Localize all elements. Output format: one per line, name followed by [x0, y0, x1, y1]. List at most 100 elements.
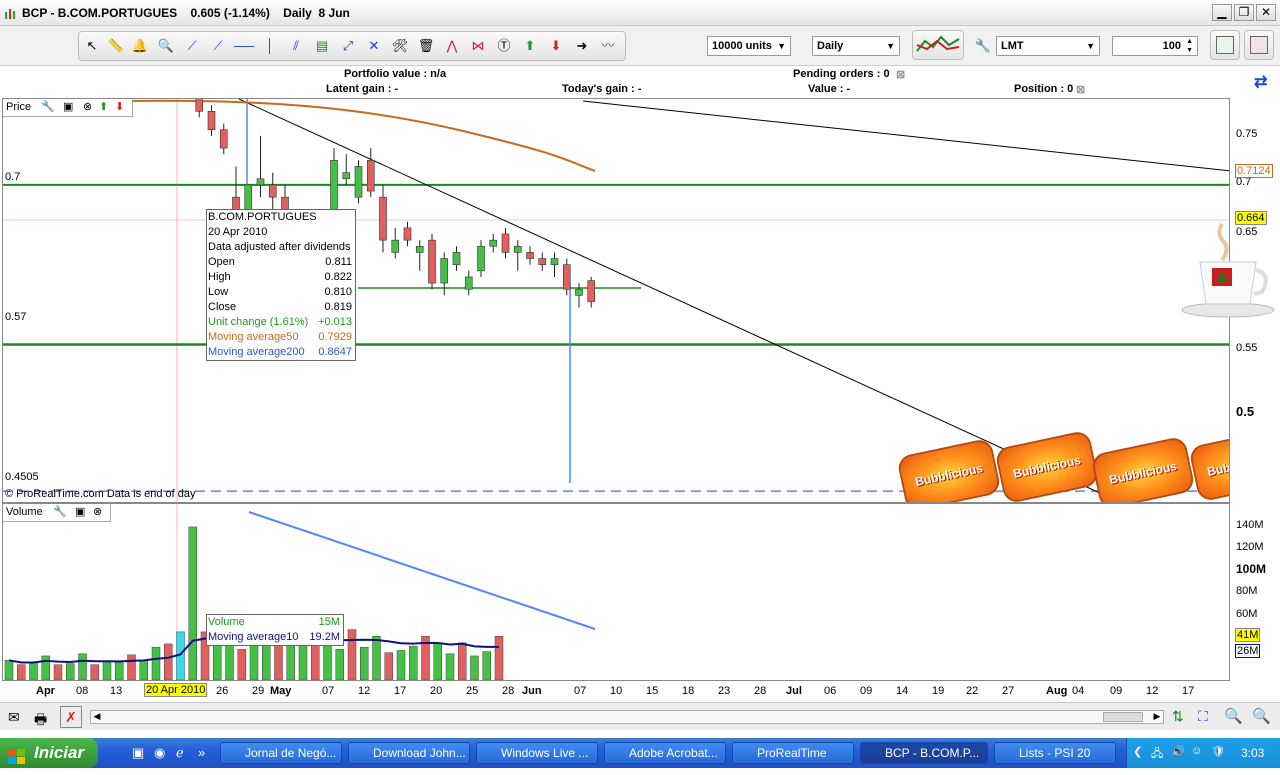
maximize-button[interactable]: ❐ — [1234, 4, 1254, 21]
tooltip-close: Close 0.819 — [208, 301, 352, 313]
date-tick: 12 — [1146, 685, 1159, 697]
delete-icon[interactable]: ✗ — [60, 706, 82, 728]
show-desktop-icon[interactable]: » — [198, 745, 205, 760]
close-button[interactable]: ✕ — [1256, 4, 1276, 21]
zoom-icon[interactable]: 🔍 — [155, 36, 177, 56]
cross-tool-icon[interactable]: ✕ — [363, 36, 385, 56]
cursor-icon[interactable]: ↖ — [81, 36, 103, 56]
chrome-icon[interactable]: ◉ — [154, 745, 165, 761]
wrench-icon[interactable]: 🔧 — [972, 36, 994, 56]
tooltip-date: 20 Apr 2010 — [208, 226, 268, 238]
task-prorealtime[interactable]: ProRealTime — [732, 742, 854, 764]
horizontal-scrollbar[interactable]: ◀ ▶ — [90, 710, 1164, 724]
sell-order-button[interactable] — [1244, 30, 1274, 60]
close-icon[interactable]: ⊠ — [1076, 83, 1085, 96]
horizontal-line-icon[interactable]: ⸺ — [233, 36, 255, 56]
price-chart-panel[interactable]: Price 🔧 ▣ ⊗ ⬆ ⬇ 0.7 0.57 0.4505 © ProRea… — [2, 98, 1230, 503]
wrench-icon[interactable]: 🔧 — [41, 99, 55, 116]
task-jornal[interactable]: Jornal de Negó... — [220, 742, 342, 764]
task-bcp[interactable]: BCP - B.COM.P... — [860, 742, 988, 764]
zoom-in-icon[interactable]: 🔍 — [1252, 707, 1271, 725]
quantity-stepper[interactable]: 100 ▲ ▼ — [1112, 36, 1198, 56]
price-tooltip: B.COM.PORTUGUES 20 Apr 2010 Data adjuste… — [206, 209, 356, 361]
task-windows-live[interactable]: Windows Live ... — [476, 742, 598, 764]
wrench-icon[interactable]: 🔧 — [53, 504, 67, 521]
ruler-icon[interactable]: 📏 — [105, 36, 127, 56]
swap-arrows-icon[interactable]: ⇄ — [1254, 72, 1267, 92]
vertical-line-icon[interactable]: │ — [259, 36, 281, 56]
tray-expand-icon[interactable]: ❮ — [1133, 745, 1142, 758]
scroll-left-icon[interactable]: ◀ — [91, 711, 103, 723]
tooltip-volume-label: Volume — [208, 616, 245, 628]
volume-bar — [41, 655, 50, 680]
fit-icon[interactable]: ⛶ — [1198, 708, 1208, 725]
date-tick: 07 — [574, 685, 587, 697]
latent-gain: Latent gain : - — [326, 83, 399, 95]
arrow-tool-icon[interactable]: ⤢ — [337, 36, 359, 56]
close-icon[interactable]: ⊗ — [83, 99, 92, 116]
buy-order-button[interactable] — [1210, 30, 1240, 60]
quicklaunch-icon[interactable]: ▣ — [132, 745, 144, 761]
price-candle — [256, 178, 265, 186]
volume-bar — [482, 651, 491, 680]
buy-arrow-icon[interactable]: ⬆ — [519, 36, 541, 56]
close-icon[interactable]: ⊗ — [93, 504, 102, 521]
start-button[interactable]: Iniciar — [0, 738, 98, 768]
right-arrow-icon[interactable]: ➜ — [571, 36, 593, 56]
tools-icon[interactable]: 🛠 — [389, 36, 411, 56]
text-tool-icon[interactable]: Ⓣ — [493, 36, 515, 56]
date-tick: 20 — [430, 685, 443, 697]
zoom-out-icon[interactable]: 🔍 — [1224, 707, 1243, 725]
window-icon[interactable]: ▣ — [63, 99, 73, 116]
indicator-icon[interactable]: ⋀ — [441, 36, 463, 56]
scrollbar-thumb[interactable] — [1103, 712, 1143, 722]
window-title: BCP - B.COM.PORTUGUES 0.605 (-1.14%) Dai… — [22, 6, 350, 20]
indicators-button[interactable] — [912, 30, 964, 60]
windows-logo-icon — [8, 745, 26, 764]
pattern-icon[interactable]: ⋈ — [467, 36, 489, 56]
fibonacci-icon[interactable]: ▤ — [311, 36, 333, 56]
ie-icon[interactable]: ℯ — [176, 745, 184, 761]
ray-tool-icon[interactable]: ⟋ — [207, 36, 229, 56]
scroll-right-icon[interactable]: ▶ — [1151, 711, 1163, 723]
line-tool-icon[interactable]: ⟋ — [181, 36, 203, 56]
move-down-icon[interactable]: ⬇ — [115, 99, 124, 116]
print-icon[interactable]: 🖶 — [34, 709, 47, 733]
volume-icon[interactable]: 🔊 — [1171, 745, 1185, 758]
network-icon[interactable]: 🖧 — [1151, 745, 1163, 764]
close-icon[interactable]: ⊠ — [896, 68, 905, 81]
volume-bar — [102, 661, 112, 680]
auto-scale-icon[interactable]: ⇅ — [1172, 708, 1184, 725]
task-download[interactable]: Download John... — [348, 742, 470, 764]
volume-bar — [298, 642, 308, 680]
channel-tool-icon[interactable]: ⫽ — [285, 36, 307, 56]
copyright-footer: © ProRealTime.com Data is end of day — [5, 488, 196, 500]
messenger-icon[interactable]: ☺ — [1191, 745, 1202, 757]
mail-icon[interactable]: ✉ — [8, 709, 20, 726]
task-acrobat[interactable]: Adobe Acrobat... — [604, 742, 726, 764]
trash-icon[interactable]: 🗑 — [415, 36, 437, 56]
volume-chart-panel[interactable]: Volume 🔧 ▣ ⊗ Volume 15M Moving average10 1… — [2, 503, 1230, 681]
sell-arrow-icon[interactable]: ⬇ — [545, 36, 567, 56]
tooltip-unit-change: Unit change (1.61%) +0.013 — [208, 316, 352, 328]
security-icon[interactable]: 🛡 — [1211, 745, 1225, 758]
task-lists[interactable]: Lists - PSI 20 — [994, 742, 1116, 764]
volume-bar — [213, 641, 222, 680]
order-type-select[interactable]: LMT ▼ — [996, 36, 1100, 56]
volume-bar — [409, 645, 418, 680]
move-up-icon[interactable]: ⬆ — [99, 99, 108, 116]
period-select[interactable]: Daily ▼ — [812, 36, 900, 56]
price-candle — [268, 184, 277, 198]
level-label-070: 0.7 — [5, 171, 21, 183]
stepper-arrows-icon[interactable]: ▲ ▼ — [1186, 37, 1193, 55]
price-candle — [562, 264, 571, 290]
chart-style-icon[interactable]: 〰 — [597, 36, 619, 56]
window-icon[interactable]: ▣ — [75, 504, 85, 521]
volume-tick: 80M — [1236, 585, 1258, 597]
units-select[interactable]: 10000 units ▼ — [707, 36, 791, 56]
volume-bar — [66, 663, 75, 680]
minimize-button[interactable]: ▁ — [1212, 4, 1232, 21]
app-icon — [4, 6, 18, 20]
alarm-bell-icon[interactable]: 🔔 — [129, 36, 151, 56]
level-label-057: 0.57 — [5, 311, 27, 323]
